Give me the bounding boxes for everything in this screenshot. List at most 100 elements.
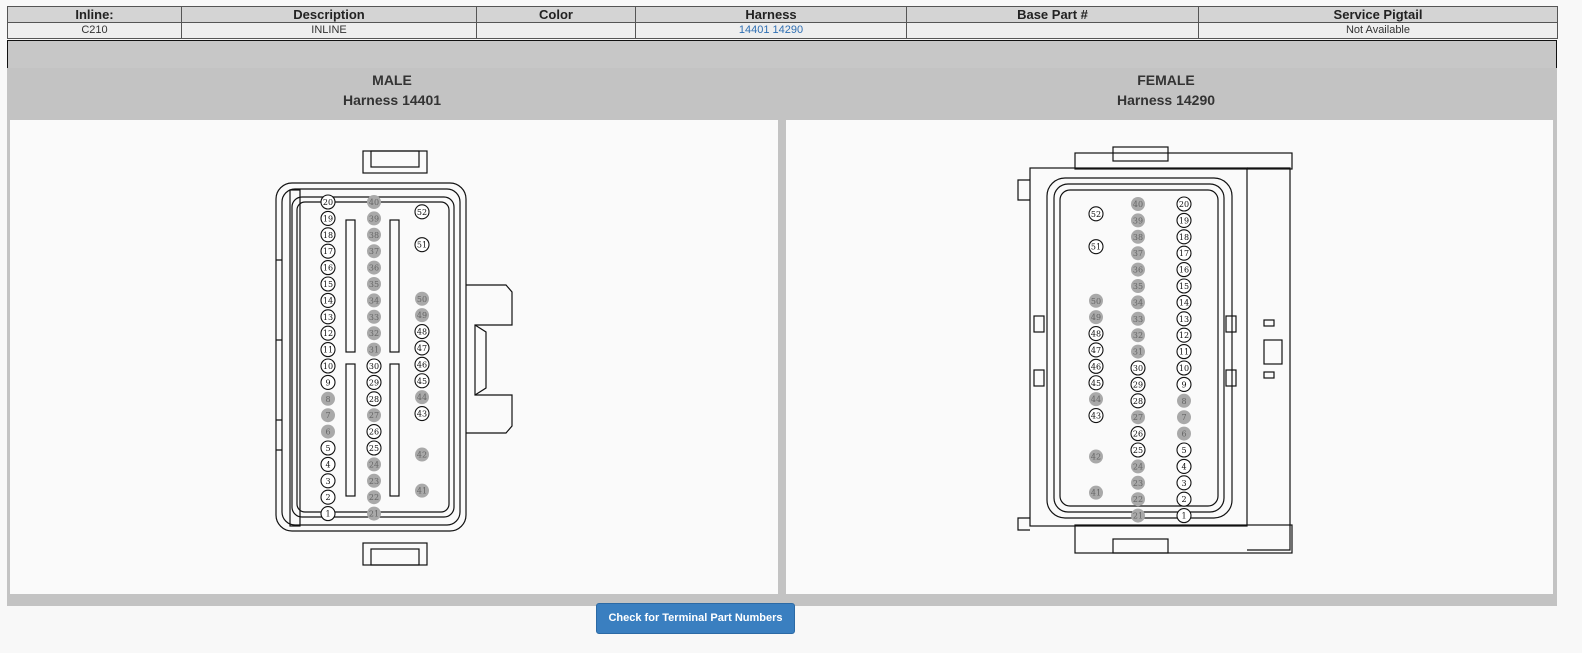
pin-label-30: 30	[369, 362, 379, 371]
pin-label-42: 42	[1091, 453, 1101, 462]
header-base-part: Base Part #	[906, 6, 1199, 23]
pin-label-35: 35	[1133, 282, 1143, 291]
pin-label-9: 9	[1181, 380, 1186, 389]
pin-label-48: 48	[417, 328, 427, 337]
cell-service-pigtail: Not Available	[1198, 22, 1558, 39]
pin-label-5: 5	[325, 444, 330, 453]
cell-harness: 14401 14290	[635, 22, 907, 39]
pin-label-27: 27	[1133, 413, 1143, 422]
pin-label-19: 19	[323, 214, 333, 223]
pin-label-20: 20	[1179, 200, 1189, 209]
pin-label-15: 15	[323, 280, 333, 289]
pin-label-29: 29	[369, 378, 379, 387]
male-connector-drawing: 2019181716151413121110987654321403938373…	[275, 150, 513, 566]
pin-label-8: 8	[325, 395, 330, 404]
pin-label-44: 44	[417, 393, 427, 402]
pin-label-17: 17	[1179, 249, 1189, 258]
pin-label-38: 38	[369, 231, 379, 240]
pin-label-34: 34	[369, 296, 379, 305]
pin-label-2: 2	[1181, 495, 1186, 504]
pin-label-51: 51	[417, 241, 427, 250]
pin-label-39: 39	[1133, 216, 1143, 225]
pin-label-23: 23	[1133, 479, 1143, 488]
header-service-pigtail: Service Pigtail	[1198, 6, 1558, 23]
separator-band	[7, 40, 1557, 69]
pin-label-35: 35	[369, 280, 379, 289]
pin-label-18: 18	[1179, 233, 1189, 242]
pin-label-9: 9	[325, 378, 330, 387]
cell-inline: C210	[7, 22, 182, 39]
pin-label-17: 17	[323, 247, 333, 256]
pin-label-3: 3	[1181, 479, 1186, 488]
female-harness: Harness 14290	[1116, 92, 1216, 108]
pin-label-5: 5	[1181, 446, 1186, 455]
pin-label-21: 21	[369, 510, 379, 519]
pin-label-16: 16	[1179, 266, 1189, 275]
connector-info-table: Inline: Description Color Harness Base P…	[7, 6, 1558, 39]
pin-label-22: 22	[1133, 495, 1143, 504]
pin-label-1: 1	[325, 510, 330, 519]
pin-label-40: 40	[369, 198, 379, 207]
male-connector-panel: 20 19 18 17 16 15 14 13 12 11 10 9 8 7 6 5 4 3 2 1 40 39 38 37 3…	[10, 120, 778, 594]
pin-label-14: 14	[1179, 298, 1189, 307]
check-terminal-part-numbers-button[interactable]: Check for Terminal Part Numbers	[596, 603, 795, 634]
harness-link[interactable]: 14401 14290	[739, 24, 803, 36]
pin-label-1: 1	[1181, 512, 1186, 521]
pin-label-46: 46	[1091, 362, 1101, 371]
pin-label-36: 36	[1133, 266, 1143, 275]
pin-label-27: 27	[369, 411, 379, 420]
female-title: FEMALE	[1137, 72, 1195, 88]
pin-label-4: 4	[325, 460, 330, 469]
pin-label-24: 24	[1133, 462, 1143, 471]
pin-label-29: 29	[1133, 380, 1143, 389]
header-harness: Harness	[635, 6, 907, 23]
pin-label-38: 38	[1133, 233, 1143, 242]
pin-label-28: 28	[1133, 397, 1143, 406]
pin-label-43: 43	[417, 410, 427, 419]
cell-base-part	[906, 22, 1199, 39]
pin-label-50: 50	[417, 295, 427, 304]
pin-label-25: 25	[369, 444, 379, 453]
pin-label-7: 7	[1181, 413, 1186, 422]
pin-label-36: 36	[369, 264, 379, 273]
pin-label-43: 43	[1091, 412, 1101, 421]
pin-label-23: 23	[369, 477, 379, 486]
pin-label-47: 47	[1091, 346, 1101, 355]
pin-label-20: 20	[323, 198, 333, 207]
pin-label-42: 42	[417, 451, 427, 460]
pin-label-13: 13	[1179, 315, 1189, 324]
connector-views: MALE Harness 14401 FEMALE Harness 14290	[7, 68, 1557, 606]
male-harness: Harness 14401	[342, 92, 442, 108]
pin-label-49: 49	[1091, 313, 1101, 322]
female-heading: FEMALE Harness 14290	[781, 70, 1551, 110]
pin-label-7: 7	[325, 411, 330, 420]
pin-label-6: 6	[1181, 430, 1186, 439]
pin-label-33: 33	[369, 313, 379, 322]
pin-label-10: 10	[323, 362, 333, 371]
header-description: Description	[181, 6, 477, 23]
pin-label-8: 8	[1181, 397, 1186, 406]
pin-label-13: 13	[323, 313, 333, 322]
pin-label-4: 4	[1181, 462, 1186, 471]
cell-description: INLINE	[181, 22, 477, 39]
page: Inline: Description Color Harness Base P…	[7, 6, 1568, 634]
pin-label-28: 28	[369, 395, 379, 404]
header-color: Color	[476, 6, 636, 23]
pin-label-30: 30	[1133, 364, 1143, 373]
pin-label-24: 24	[369, 460, 379, 469]
pin-label-31: 31	[1133, 348, 1143, 357]
pin-label-11: 11	[1179, 348, 1189, 357]
male-pin-layer: 2019181716151413121110987654321403938373…	[320, 194, 430, 522]
pin-label-12: 12	[323, 329, 333, 338]
pin-label-50: 50	[1091, 297, 1101, 306]
female-connector-drawing: 5251504948474645444342414039383736353433…	[1017, 146, 1293, 554]
pin-label-40: 40	[1133, 200, 1143, 209]
pin-label-34: 34	[1133, 298, 1143, 307]
pin-label-39: 39	[369, 214, 379, 223]
pin-label-48: 48	[1091, 330, 1101, 339]
pin-label-26: 26	[369, 428, 379, 437]
pin-label-32: 32	[369, 329, 379, 338]
pin-label-22: 22	[369, 493, 379, 502]
pin-label-37: 37	[1133, 249, 1143, 258]
pin-label-47: 47	[417, 344, 427, 353]
